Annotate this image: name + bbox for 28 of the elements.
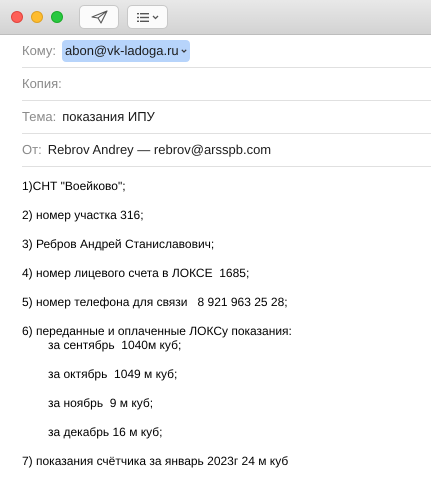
list-icon — [136, 12, 148, 22]
body-text-line: за декабрь 16 м куб; — [47, 425, 164, 439]
body-text-line: за ноябрь 9 м куб; — [47, 396, 154, 410]
chevron-down-icon — [152, 14, 158, 20]
close-button[interactable] — [11, 11, 23, 23]
body-text-line: 5) номер телефона для связи 8 921 963 25 28; — [22, 295, 289, 309]
field-value[interactable]: Rebrov Andrey — rebrov@arsspb.com — [48, 140, 272, 160]
body-text-line: 2) номер участка 316; — [22, 208, 145, 222]
body-text-line: 7) показания счётчика за январь 2023г 24 м куб — [22, 454, 290, 468]
body-text-line: 6) переданные и оплаченные ЛОКСу показания: — [22, 324, 293, 338]
recipient-token[interactable]: abon@vk-ladoga.ru — [62, 40, 190, 62]
field-label: Копия: — [22, 75, 62, 94]
chevron-down-icon — [180, 49, 187, 53]
minimize-button[interactable] — [31, 11, 43, 23]
format-menu-button[interactable] — [127, 5, 168, 29]
body-text-line: 1)СНТ "Воейково"; — [22, 179, 127, 193]
body-text-line: за октябрь 1049 м куб; — [47, 367, 178, 381]
body-text-line: за сентябрь 1040м куб; — [47, 338, 182, 352]
recipient-address: abon@vk-ladoga.ru — [65, 42, 179, 60]
body-text-line: 4) номер лицевого счета в ЛОКСЕ 1685; — [22, 266, 250, 280]
body-text-line: 3) Ребров Андрей Станиславович; — [22, 237, 216, 251]
send-button[interactable] — [79, 5, 119, 29]
field-label: От: — [22, 141, 42, 160]
zoom-button[interactable] — [51, 11, 63, 23]
field-value[interactable]: показания ИПУ — [62, 107, 155, 127]
field-label: Тема: — [22, 108, 56, 126]
field-label: Кому: — [22, 42, 56, 60]
paper-plane-icon — [90, 10, 108, 24]
